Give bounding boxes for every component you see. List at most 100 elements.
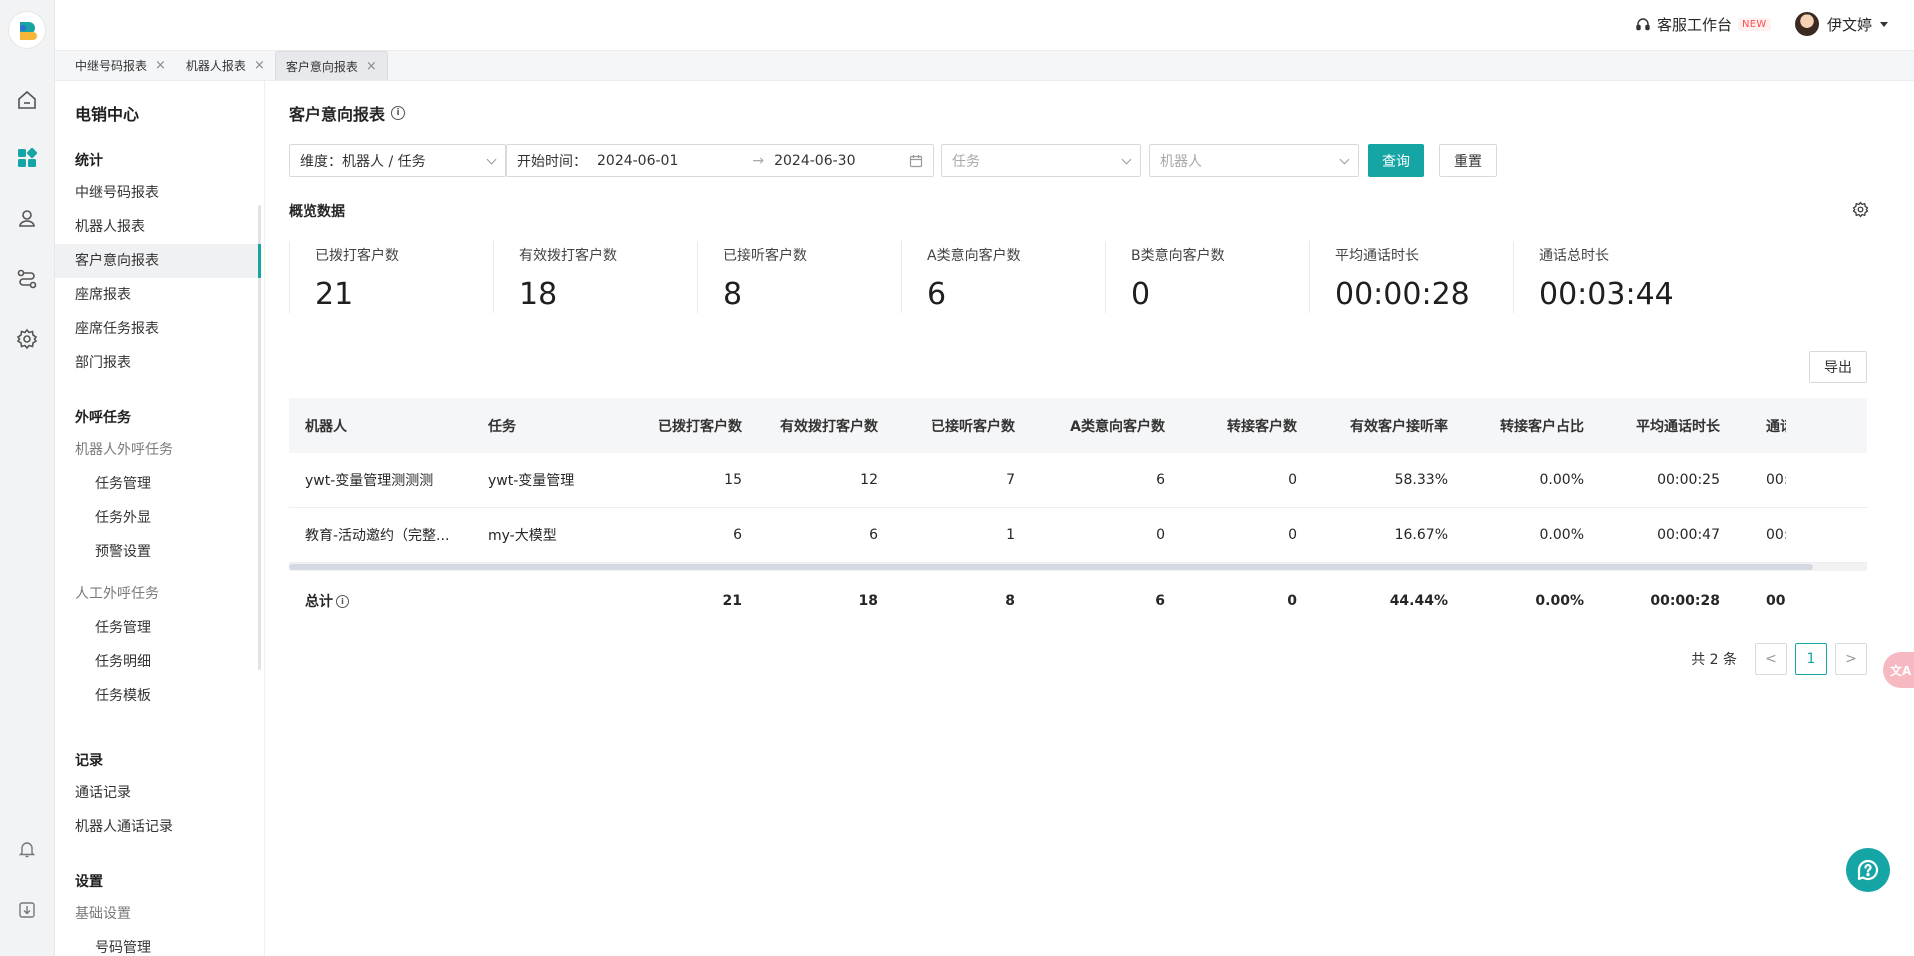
cell-dialed: 21 — [722, 593, 742, 609]
contacts-icon[interactable] — [14, 205, 40, 231]
close-icon[interactable]: × — [155, 59, 166, 72]
workspace-link[interactable]: 客服工作台 NEW — [1635, 14, 1771, 35]
translate-widget[interactable]: 文A — [1883, 652, 1914, 688]
sidebar-item-task-template[interactable]: 任务模板 — [55, 679, 261, 713]
sidebar-item-robot-report[interactable]: 机器人报表 — [55, 210, 261, 244]
stat-value: 21 — [315, 277, 354, 312]
routing-icon[interactable] — [14, 266, 40, 292]
query-button[interactable]: 查询 — [1368, 144, 1424, 177]
task-placeholder: 任务 — [952, 153, 980, 170]
settings-icon[interactable] — [14, 326, 40, 352]
chevron-down-icon — [1121, 154, 1132, 165]
sidebar-item-task-mgmt-manual[interactable]: 任务管理 — [55, 611, 261, 645]
table-summary-row: 总计 i 21 18 8 6 0 44.44% 0.00% 00:00:28 0… — [289, 571, 1867, 625]
sidebar-item-call-records[interactable]: 通话记录 — [55, 776, 261, 810]
dimension-select[interactable]: 维度：机器人 / 任务 — [289, 144, 506, 177]
total-label: 总计 — [305, 594, 333, 610]
cell-robot: ywt-变量管理测测测 — [305, 473, 434, 489]
tab-robot-report[interactable]: 机器人报表 × — [176, 51, 275, 80]
dashboard-icon[interactable] — [14, 145, 40, 171]
cell-dialed: 15 — [724, 472, 742, 488]
tab-relay-report[interactable]: 中继号码报表 × — [65, 51, 176, 80]
cell-answer-rate: 58.33% — [1394, 472, 1448, 488]
cell-answered: 8 — [1005, 593, 1015, 609]
pagination: 共 2 条 < 1 > — [1691, 643, 1867, 675]
cell-valid-dialed: 18 — [858, 593, 878, 609]
table-horizontal-scrollbar[interactable] — [289, 563, 1867, 571]
user-menu[interactable]: 伊文婷 — [1795, 12, 1889, 36]
sidebar-item-robot-call-records[interactable]: 机器人通话记录 — [55, 810, 261, 844]
cell-answer-rate: 44.44% — [1389, 593, 1448, 609]
sidebar-item-task-display[interactable]: 任务外显 — [55, 501, 261, 535]
tab-label: 客户意向报表 — [285, 59, 358, 74]
info-icon[interactable]: i — [391, 106, 406, 120]
cell-transfer-ratio: 0.00% — [1539, 527, 1584, 543]
prev-page-button[interactable]: < — [1755, 643, 1787, 675]
close-icon[interactable]: × — [254, 59, 265, 72]
column-header: 任务 — [488, 418, 516, 435]
question-icon — [1857, 859, 1879, 881]
cell-a-intent: 6 — [1155, 593, 1165, 609]
stat-label: 平均通话时长 — [1335, 248, 1419, 264]
table-row[interactable]: ywt-变量管理测测测 ywt-变量管理 15 12 7 6 0 58.33% … — [289, 453, 1867, 508]
sidebar-item-number-mgmt[interactable]: 号码管理 — [55, 931, 261, 956]
close-icon[interactable]: × — [366, 60, 377, 73]
cell-valid-dialed: 6 — [869, 527, 878, 543]
sidebar-item-intent-report[interactable]: 客户意向报表 — [55, 244, 261, 278]
avatar — [1795, 12, 1819, 36]
sidebar-item-task-mgmt[interactable]: 任务管理 — [55, 467, 261, 501]
help-button[interactable] — [1846, 848, 1890, 892]
sidebar-item-relay-report[interactable]: 中继号码报表 — [55, 176, 261, 210]
workspace-label: 客服工作台 — [1657, 16, 1733, 34]
sidebar-group-outbound: 外呼任务 — [75, 410, 131, 426]
gear-icon[interactable] — [1852, 201, 1869, 222]
sidebar-item-basic-settings[interactable]: 基础设置 — [55, 897, 261, 931]
stat-a-intent: A类意向客户数 6 — [901, 241, 1105, 313]
sidebar-item-dept-report[interactable]: 部门报表 — [55, 346, 261, 380]
column-header: 转接客户数 — [1227, 418, 1297, 435]
app-logo[interactable] — [9, 12, 45, 48]
column-header: 有效拨打客户数 — [780, 418, 878, 435]
date-range-picker[interactable]: 开始时间： 2024-06-01 → 2024-06-30 — [506, 144, 934, 177]
sidebar-item-alert-settings[interactable]: 预警设置 — [55, 535, 261, 569]
start-time-label: 开始时间： — [517, 153, 587, 170]
sidebar-item-manual-outbound[interactable]: 人工外呼任务 — [55, 577, 261, 611]
scrollbar-thumb[interactable] — [289, 564, 1813, 570]
task-select[interactable]: 任务 — [941, 144, 1141, 177]
tab-intent-report[interactable]: 客户意向报表 × — [274, 51, 388, 80]
cell-transferred: 0 — [1287, 593, 1297, 609]
export-button[interactable]: 导出 — [1809, 351, 1867, 383]
download-icon[interactable] — [14, 897, 40, 923]
sidebar-item-robot-outbound[interactable]: 机器人外呼任务 — [55, 433, 261, 467]
main-content: 客户意向报表 i 维度：机器人 / 任务 开始时间： 2024-06-01 → … — [265, 81, 1914, 956]
reset-button[interactable]: 重置 — [1439, 144, 1497, 177]
top-header: 客服工作台 NEW 伊文婷 — [55, 0, 1914, 51]
robot-select[interactable]: 机器人 — [1149, 144, 1359, 177]
column-header: 已拨打客户数 — [658, 418, 742, 435]
cell-answer-rate: 16.67% — [1394, 527, 1448, 543]
start-date-input[interactable]: 2024-06-01 — [597, 153, 678, 169]
cell-transferred: 0 — [1288, 472, 1297, 488]
bell-icon[interactable] — [14, 836, 40, 862]
sidebar-item-seat-task-report[interactable]: 座席任务报表 — [55, 312, 261, 346]
stat-label: 已拨打客户数 — [315, 248, 399, 264]
sidebar-item-task-detail[interactable]: 任务明细 — [55, 645, 261, 679]
info-icon[interactable]: i — [336, 594, 349, 608]
sidebar-item-seat-report[interactable]: 座席报表 — [55, 278, 261, 312]
page-number-button[interactable]: 1 — [1795, 643, 1827, 675]
robot-placeholder: 机器人 — [1160, 153, 1202, 170]
column-header: 已接听客户数 — [931, 418, 1015, 435]
stats-row: 已拨打客户数 21 有效拨打客户数 18 已接听客户数 8 A类意向客户数 6 … — [289, 241, 1829, 315]
caret-down-icon — [1880, 21, 1889, 27]
home-icon[interactable] — [14, 87, 40, 113]
page-title-text: 客户意向报表 — [289, 105, 386, 124]
stat-value: 00:00:28 — [1335, 277, 1470, 312]
column-header: 有效客户接听率 — [1350, 418, 1448, 435]
next-page-button[interactable]: > — [1835, 643, 1867, 675]
stat-total-duration: 通话总时长 00:03:44 — [1513, 241, 1717, 313]
cell-transferred: 0 — [1288, 527, 1297, 543]
table-row[interactable]: 教育-活动邀约（完整... my-大模型 6 6 1 0 0 16.67% 0.… — [289, 508, 1867, 563]
end-date-input[interactable]: 2024-06-30 — [774, 153, 855, 169]
cell-a-intent: 0 — [1156, 527, 1165, 543]
tab-label: 机器人报表 — [185, 59, 246, 73]
